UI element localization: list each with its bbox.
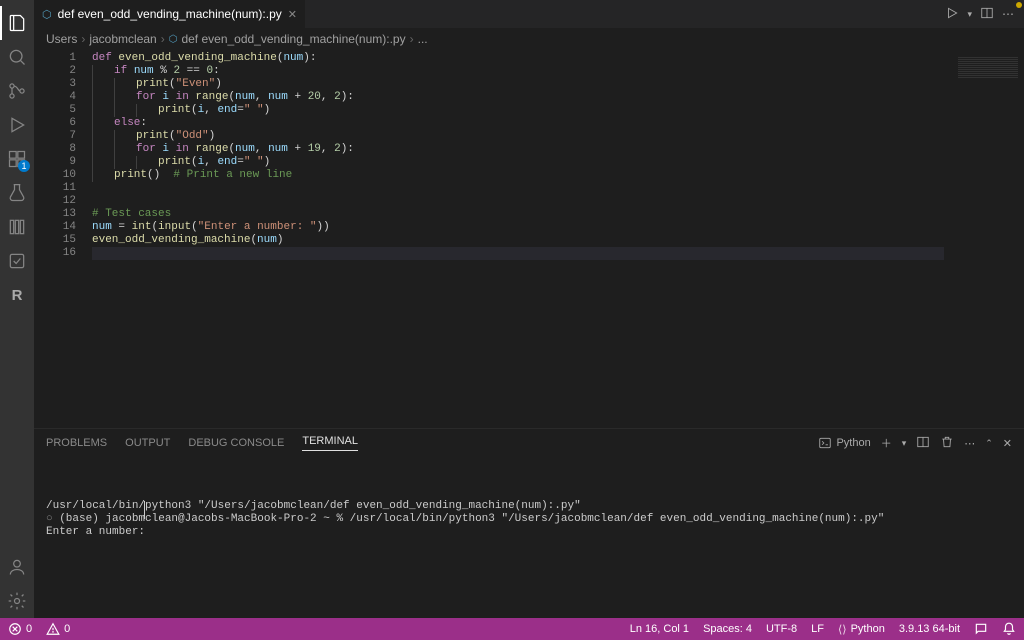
minimap-preview bbox=[958, 56, 1018, 78]
status-errors[interactable]: 0 bbox=[8, 622, 32, 636]
status-eol[interactable]: LF bbox=[811, 623, 824, 635]
status-language[interactable]: ⟨⟩ Python bbox=[838, 623, 885, 636]
more-icon[interactable]: ⋯ bbox=[1002, 7, 1014, 21]
breadcrumb-segment[interactable]: ... bbox=[418, 32, 428, 46]
python-file-icon: ⬡ bbox=[169, 34, 178, 45]
todo-icon[interactable] bbox=[0, 244, 34, 278]
code-area[interactable]: def even_odd_vending_machine(num):if num… bbox=[92, 50, 944, 428]
editor[interactable]: 12345678910111213141516 def even_odd_ven… bbox=[34, 50, 1024, 428]
extensions-badge: 1 bbox=[18, 160, 30, 172]
activity-bar: 1 R bbox=[0, 0, 34, 618]
status-spaces[interactable]: Spaces: 4 bbox=[703, 623, 752, 635]
testing-icon[interactable] bbox=[0, 176, 34, 210]
breadcrumb-segment[interactable]: jacobmclean bbox=[89, 32, 156, 46]
search-icon[interactable] bbox=[0, 40, 34, 74]
terminal-output[interactable]: /usr/local/bin/python3 "/Users/jacobmcle… bbox=[34, 457, 1024, 618]
tab-filename: def even_odd_vending_machine(num):.py bbox=[58, 7, 282, 21]
explorer-icon[interactable] bbox=[0, 6, 34, 40]
chevron-right-icon: › bbox=[410, 32, 414, 46]
tab-bar: ⬡ def even_odd_vending_machine(num):.py … bbox=[34, 0, 1024, 28]
close-icon[interactable]: ✕ bbox=[1003, 437, 1012, 450]
breadcrumb-segment[interactable]: Users bbox=[46, 32, 77, 46]
dirty-indicator-icon bbox=[1016, 2, 1022, 8]
chevron-down-icon[interactable]: ▾ bbox=[967, 9, 972, 20]
status-encoding[interactable]: UTF-8 bbox=[766, 623, 797, 635]
terminal-kind[interactable]: Python bbox=[818, 436, 870, 450]
minimap[interactable] bbox=[944, 50, 1024, 428]
account-icon[interactable] bbox=[0, 550, 34, 584]
close-icon[interactable]: ✕ bbox=[288, 8, 297, 21]
chevron-right-icon: › bbox=[81, 32, 85, 46]
tab-problems[interactable]: PROBLEMS bbox=[46, 437, 107, 449]
extensions-icon[interactable]: 1 bbox=[0, 142, 34, 176]
feedback-icon[interactable] bbox=[974, 622, 988, 636]
chevron-right-icon: › bbox=[161, 32, 165, 46]
breadcrumb-segment[interactable]: def even_odd_vending_machine(num):.py bbox=[181, 32, 405, 46]
split-terminal-icon[interactable] bbox=[916, 435, 930, 452]
run-icon[interactable] bbox=[945, 6, 959, 23]
tab-file[interactable]: ⬡ def even_odd_vending_machine(num):.py … bbox=[34, 0, 306, 28]
python-file-icon: ⬡ bbox=[42, 8, 52, 21]
more-icon[interactable]: ⋯ bbox=[964, 437, 975, 450]
breadcrumb[interactable]: Users › jacobmclean › ⬡ def even_odd_ven… bbox=[34, 28, 1024, 50]
source-control-icon[interactable] bbox=[0, 74, 34, 108]
bookshelf-icon[interactable] bbox=[0, 210, 34, 244]
new-terminal-icon[interactable]: ＋ bbox=[881, 435, 892, 451]
bell-icon[interactable] bbox=[1002, 622, 1016, 636]
chevron-down-icon[interactable]: ▾ bbox=[902, 438, 907, 449]
r-icon[interactable]: R bbox=[0, 278, 34, 312]
chevron-up-icon[interactable]: ⌃ bbox=[985, 438, 993, 449]
tab-terminal[interactable]: TERMINAL bbox=[302, 435, 358, 451]
split-editor-icon[interactable] bbox=[980, 6, 994, 23]
run-debug-icon[interactable] bbox=[0, 108, 34, 142]
status-warnings[interactable]: 0 bbox=[46, 622, 70, 636]
status-lncol[interactable]: Ln 16, Col 1 bbox=[630, 623, 689, 635]
tab-debug-console[interactable]: DEBUG CONSOLE bbox=[188, 437, 284, 449]
bottom-panel: PROBLEMS OUTPUT DEBUG CONSOLE TERMINAL P… bbox=[34, 428, 1024, 618]
status-bar: 0 0 Ln 16, Col 1 Spaces: 4 UTF-8 LF ⟨⟩ P… bbox=[0, 618, 1024, 640]
gear-icon[interactable] bbox=[0, 584, 34, 618]
tab-output[interactable]: OUTPUT bbox=[125, 437, 170, 449]
status-pyversion[interactable]: 3.9.13 64-bit bbox=[899, 623, 960, 635]
panel-tab-bar: PROBLEMS OUTPUT DEBUG CONSOLE TERMINAL P… bbox=[34, 429, 1024, 457]
terminal-cursor bbox=[144, 501, 145, 519]
line-number-gutter: 12345678910111213141516 bbox=[34, 50, 92, 428]
trash-icon[interactable] bbox=[940, 435, 954, 452]
